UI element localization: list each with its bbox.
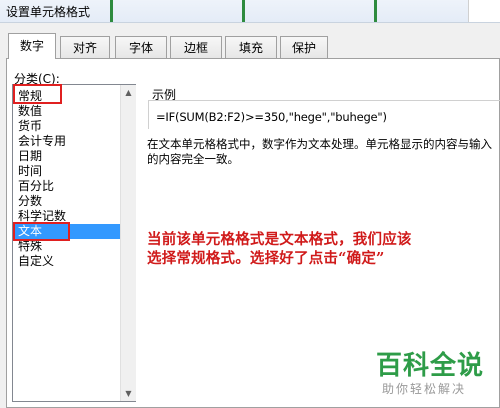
category-item-number[interactable]: 数值 xyxy=(18,104,42,119)
scroll-up-icon[interactable]: ▲ xyxy=(121,85,136,100)
sheet-gridline xyxy=(110,0,113,22)
category-item-custom[interactable]: 自定义 xyxy=(18,254,54,269)
sample-value: =IF(SUM(B2:F2)>=350,"hege","buhege") xyxy=(156,110,387,124)
category-item-fraction[interactable]: 分数 xyxy=(18,194,42,209)
dialog-title: 设置单元格格式 xyxy=(6,5,91,19)
text-highlight-box xyxy=(13,222,70,241)
sheet-background xyxy=(468,0,500,22)
tab-protection[interactable]: 保护 xyxy=(280,36,328,58)
tab-border[interactable]: 边框 xyxy=(170,36,222,58)
category-item-percentage[interactable]: 百分比 xyxy=(18,179,54,194)
tab-fill[interactable]: 填充 xyxy=(225,36,277,58)
annotation-text: 当前该单元格格式是文本格式，我们应该 选择常规格式。选择好了点击“确定” xyxy=(147,230,492,268)
category-item-currency[interactable]: 货币 xyxy=(18,119,42,134)
watermark-subtitle: 助你轻松解决 xyxy=(382,382,467,396)
category-listbox[interactable]: 常规 数值 货币 会计专用 日期 时间 百分比 分数 科学记数 文本 特殊 自定… xyxy=(12,84,136,402)
annotation-line-2: 选择常规格式。选择好了点击“确定” xyxy=(147,250,385,267)
category-scrollbar[interactable]: ▲ ▼ xyxy=(120,85,136,401)
category-item-date[interactable]: 日期 xyxy=(18,149,42,164)
format-description: 在文本单元格格式中，数字作为文本处理。单元格显示的内容与输入的内容完全一致。 xyxy=(147,137,492,166)
sheet-gridline xyxy=(242,0,245,22)
sheet-gridline xyxy=(374,0,377,22)
tab-font[interactable]: 字体 xyxy=(115,36,167,58)
watermark-logo: 百科全说 xyxy=(376,351,485,381)
category-item-special[interactable]: 特殊 xyxy=(18,239,42,254)
category-item-accounting[interactable]: 会计专用 xyxy=(18,134,66,149)
tab-alignment[interactable]: 对齐 xyxy=(60,36,110,58)
tab-number[interactable]: 数字 xyxy=(8,33,56,59)
category-item-time[interactable]: 时间 xyxy=(18,164,42,179)
scroll-down-icon[interactable]: ▼ xyxy=(121,386,136,401)
general-highlight-box xyxy=(13,84,62,104)
annotation-line-1: 当前该单元格格式是文本格式，我们应该 xyxy=(147,231,412,248)
